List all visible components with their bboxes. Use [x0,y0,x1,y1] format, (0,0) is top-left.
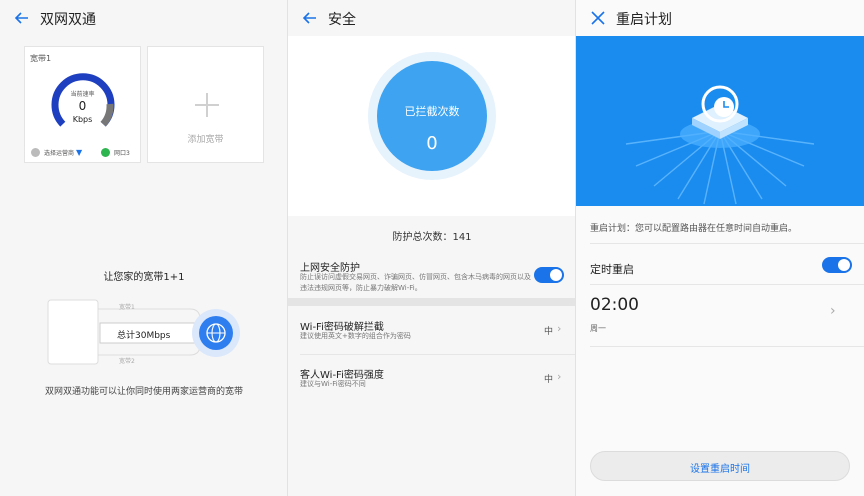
page-title: 双网双通 [40,12,96,28]
page-title: 安全 [328,12,356,28]
reboot-time-row[interactable]: 02:00 周一 › [576,285,864,345]
total-protection: 防护总次数：141 [392,232,472,243]
line1-label: 宽带1 [119,304,135,311]
line2-label: 宽带2 [119,358,135,365]
total-speed-label: 总计30Mbps [117,331,171,341]
set-reboot-time-button[interactable]: 设置重启时间 [590,451,850,481]
chevron-right-icon: › [557,370,562,383]
item-subtitle: 防止误访问虚假交易网页、诈骗网页、仿冒网页、包含木马病毒的网页以及违法违规网页等… [300,273,531,292]
gauge-unit: Kbps [72,115,93,124]
row-divider [590,346,864,347]
header: 双网双通 [0,0,288,36]
chevron-right-icon: › [557,322,562,335]
web-protection-toggle[interactable] [534,267,564,283]
back-arrow-icon[interactable] [12,8,32,28]
operator-select-label: 选择运营商 [44,150,75,157]
reboot-schedule-panel: 重启计划 重启计划：您可以配置路由器在任意时间自动重启。 定时重启 02:00 … [576,0,864,496]
broadband1-card[interactable]: 宽带1 当前速率 0 Kbps 选择运营商 ▼ 网口3 [24,46,141,163]
security-panel: 安全 已拦截次数 0 防护总次数：141 上网安全防护 防止误访问虚假交易网页、… [288,0,576,496]
intercept-title: 已拦截次数 [404,105,460,118]
set-reboot-time-label: 设置重启时间 [690,464,750,475]
item-level: 中 [544,375,554,385]
card-label: 宽带1 [30,54,52,63]
item-subtitle: 建议与Wi-Fi密码不同 [300,380,366,388]
intercept-value: 0 [426,133,438,154]
dual-network-panel: 双网双通 宽带1 当前速率 0 Kbps 选择运营商 ▼ 网口3 添加宽带 让您… [0,0,288,496]
web-protection-item: 上网安全防护 防止误访问虚假交易网页、诈骗网页、仿冒网页、包含木马病毒的网页以及… [288,247,576,297]
close-icon[interactable] [588,8,608,28]
section-divider [288,298,576,306]
port-icon [101,148,110,157]
add-broadband-card[interactable]: 添加宽带 [147,46,264,163]
reboot-banner [576,36,864,206]
gauge-caption: 当前速率 [70,91,95,98]
header: 重启计划 [576,0,864,36]
add-broadband-label: 添加宽带 [187,135,224,145]
wifi-crack-item[interactable]: Wi-Fi密码破解拦截 建议使用英文+数字的组合作为密码 中 › [288,306,576,354]
schedule-description: 重启计划：您可以配置路由器在任意时间自动重启。 [590,224,798,234]
guest-wifi-item[interactable]: 客人Wi-Fi密码强度 建议与Wi-Fi密码不同 中 › [288,355,576,401]
back-arrow-icon[interactable] [300,8,320,28]
timed-reboot-label: 定时重启 [590,263,634,276]
item-subtitle: 建议使用英文+数字的组合作为密码 [300,332,411,340]
operator-select[interactable]: 选择运营商 ▼ [44,148,82,157]
description-text: 双网双通功能可以让你同时使用两家运营商的宽带 [44,387,243,397]
dropdown-arrow-icon: ▼ [75,148,83,157]
item-level: 中 [544,327,554,337]
header: 安全 [288,0,576,36]
reboot-time: 02:00 [590,295,639,315]
reboot-weekday: 周一 [590,324,606,333]
port-label: 网口3 [114,150,130,157]
gauge-value: 0 [78,99,87,113]
plus-icon [195,93,219,117]
page-title: 重启计划 [616,12,672,28]
timed-reboot-toggle[interactable] [822,257,852,273]
operator-icon [31,148,40,157]
chevron-right-icon: › [830,303,836,319]
timed-reboot-row: 定时重启 [576,244,864,284]
promo-title: 让您家的宽带1+1 [103,272,185,283]
